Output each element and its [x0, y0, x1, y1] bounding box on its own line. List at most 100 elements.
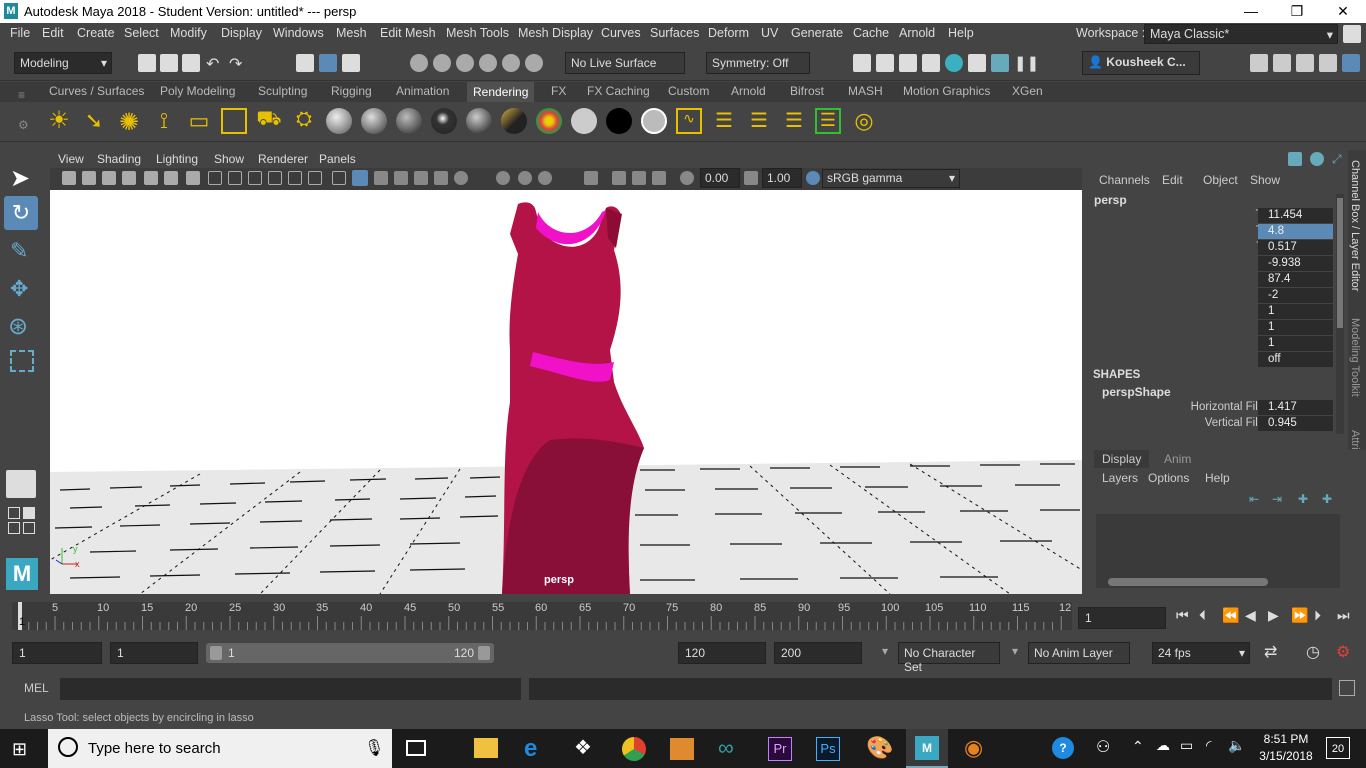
- menu-cache[interactable]: Cache: [853, 26, 889, 40]
- save-scene-icon[interactable]: [182, 54, 200, 72]
- dropbox-icon[interactable]: ❖: [574, 735, 592, 760]
- attr-value[interactable]: 1.417: [1258, 400, 1333, 415]
- modeling-toolkit-toggle-icon[interactable]: [1342, 54, 1360, 72]
- anim-layer-dropdown[interactable]: No Anim Layer: [1028, 642, 1130, 664]
- layer-scrollbar[interactable]: [1096, 576, 1340, 588]
- xray-active-icon[interactable]: [632, 171, 646, 185]
- shelf-tab-sculpting[interactable]: Sculpting: [258, 84, 307, 98]
- shelf-tab-animation[interactable]: Animation: [396, 84, 449, 98]
- attr-row-translate-y[interactable]: Translate Y4.8: [1090, 224, 1366, 240]
- premiere-icon[interactable]: Pr: [768, 737, 792, 761]
- scene-start-field[interactable]: 1: [12, 642, 102, 664]
- white-shader-icon[interactable]: [571, 108, 597, 134]
- tool-settings-toggle-icon[interactable]: [1319, 54, 1337, 72]
- attribute-editor-toggle-icon[interactable]: [1296, 54, 1314, 72]
- scale-tool-icon[interactable]: [10, 350, 34, 372]
- ramp-shader-icon[interactable]: [536, 108, 562, 134]
- timeline-track[interactable]: 1 5 10 15 20 25 30 35 40 45 50 55 60 65 …: [12, 602, 1072, 630]
- new-scene-icon[interactable]: [138, 54, 156, 72]
- shelf-tab-poly-modeling[interactable]: Poly Modeling: [160, 84, 235, 98]
- four-view-layout-icon[interactable]: [8, 507, 20, 519]
- layer-options-menu[interactable]: Options: [1148, 471, 1189, 485]
- depth-of-field-icon[interactable]: [538, 171, 552, 185]
- grid-icon[interactable]: [186, 171, 200, 185]
- shelf-tab-xgen[interactable]: XGen: [1012, 84, 1043, 98]
- render-diagnostics-icon[interactable]: ◎: [851, 108, 877, 134]
- menu-display[interactable]: Display: [221, 26, 262, 40]
- render-frame-icon[interactable]: [876, 54, 894, 72]
- maya-home-icon[interactable]: M: [6, 558, 38, 590]
- point-light-icon[interactable]: ✺: [116, 108, 142, 136]
- menu-set-dropdown[interactable]: Modeling ▾: [14, 52, 112, 74]
- hypershade-icon[interactable]: [945, 54, 963, 72]
- channel-box-scrollbar[interactable]: [1336, 194, 1344, 434]
- resolution-gate-icon[interactable]: [228, 171, 242, 185]
- viewport-persp[interactable]: y x persp: [50, 190, 1082, 594]
- hypershade-window-icon[interactable]: ∿: [676, 108, 702, 134]
- undo-icon[interactable]: ↶: [206, 54, 224, 73]
- attr-row-scale-x[interactable]: Scale X1: [1090, 304, 1366, 320]
- symmetry-field[interactable]: Symmetry: Off: [706, 52, 810, 74]
- play-backwards-icon[interactable]: ◀: [1245, 607, 1256, 624]
- arduino-icon[interactable]: ∞: [718, 735, 734, 761]
- rotate-tool-icon[interactable]: ⊛: [8, 312, 28, 341]
- attr-row-scale-y[interactable]: Scale Y1: [1090, 320, 1366, 336]
- range-start-handle[interactable]: [210, 646, 222, 660]
- menu-file[interactable]: File: [10, 26, 30, 40]
- show-hidden-icons-icon[interactable]: ⌃: [1132, 738, 1144, 755]
- tab-modeling-toolkit[interactable]: Modeling Toolkit: [1349, 318, 1361, 397]
- action-center-icon[interactable]: 20: [1326, 737, 1350, 759]
- shelf-tab-fx-caching[interactable]: FX Caching: [587, 84, 650, 98]
- black-shader-icon[interactable]: [606, 108, 632, 134]
- taskbar-search-box[interactable]: Type here to search 🎙: [48, 729, 392, 768]
- step-back-key-icon[interactable]: ⏪: [1222, 607, 1239, 624]
- viewport-menu-lighting[interactable]: Lighting: [156, 152, 198, 166]
- task-view-icon[interactable]: [406, 740, 426, 756]
- viewport-menu-show[interactable]: Show: [214, 152, 244, 166]
- wifi-icon[interactable]: ◜: [1206, 737, 1211, 754]
- snap-point-icon[interactable]: [456, 54, 474, 72]
- animation-preferences-icon[interactable]: ⚙: [1336, 642, 1350, 662]
- redo-icon[interactable]: ↷: [229, 54, 247, 73]
- minimize-button[interactable]: —: [1228, 0, 1274, 23]
- camera-aim-icon[interactable]: ⛭: [291, 108, 317, 134]
- channel-box-toggle-icon[interactable]: [1273, 54, 1291, 72]
- shelf-tab-arnold[interactable]: Arnold: [731, 84, 766, 98]
- attr-value[interactable]: 0.945: [1258, 416, 1333, 431]
- phong-shader-icon[interactable]: [431, 108, 457, 134]
- play-forwards-icon[interactable]: ▶: [1268, 607, 1279, 624]
- command-language-label[interactable]: MEL: [24, 681, 49, 695]
- attr-row-rotate-y[interactable]: Rotate Y87.4: [1090, 272, 1366, 288]
- attr-row-v-film-aperture[interactable]: Vertical Film Aperture0.945: [1090, 416, 1366, 432]
- new-layer-selected-icon[interactable]: ✚: [1322, 492, 1332, 506]
- layer-help-menu[interactable]: Help: [1205, 471, 1230, 485]
- attr-value[interactable]: 1: [1258, 336, 1333, 351]
- snap-curve-icon[interactable]: [433, 54, 451, 72]
- viewport-menu-shading[interactable]: Shading: [97, 152, 141, 166]
- file-explorer-icon[interactable]: [474, 738, 498, 758]
- select-tool-icon[interactable]: ➤: [10, 164, 30, 193]
- auto-key-icon[interactable]: ◷: [1306, 642, 1320, 662]
- exposure-field[interactable]: 0.00: [700, 168, 740, 188]
- ipr-render-icon[interactable]: [899, 54, 917, 72]
- safe-action-icon[interactable]: [288, 171, 302, 185]
- workspace-dropdown[interactable]: Maya Classic* ▾: [1144, 24, 1338, 44]
- channels-show-menu[interactable]: Show: [1250, 173, 1280, 187]
- isolate-select-icon[interactable]: [584, 171, 598, 185]
- attr-row-rotate-z[interactable]: Rotate Z-2: [1090, 288, 1366, 304]
- render-layer-icon[interactable]: ☰: [711, 108, 737, 134]
- move-layer-up-icon[interactable]: ⇤: [1249, 492, 1259, 506]
- shelf-tab-rigging[interactable]: Rigging: [331, 84, 372, 98]
- shelf-tab-rendering[interactable]: Rendering: [467, 82, 535, 102]
- step-back-frame-icon[interactable]: ⏴: [1199, 607, 1206, 624]
- channel-box-expand-icon[interactable]: ⤢: [1332, 152, 1346, 166]
- field-chart-icon[interactable]: [268, 171, 282, 185]
- render-sequence-icon[interactable]: [991, 54, 1009, 72]
- color-management-icon[interactable]: [806, 171, 820, 185]
- anti-aliasing-icon[interactable]: [518, 171, 532, 185]
- ambient-occlusion-icon[interactable]: [454, 171, 468, 185]
- character-set-dropdown[interactable]: No Character Set: [898, 642, 1000, 674]
- media-player-icon[interactable]: [670, 738, 694, 760]
- lock-icon[interactable]: [1343, 25, 1361, 43]
- account-dropdown[interactable]: 👤 Kousheek C...: [1082, 51, 1200, 75]
